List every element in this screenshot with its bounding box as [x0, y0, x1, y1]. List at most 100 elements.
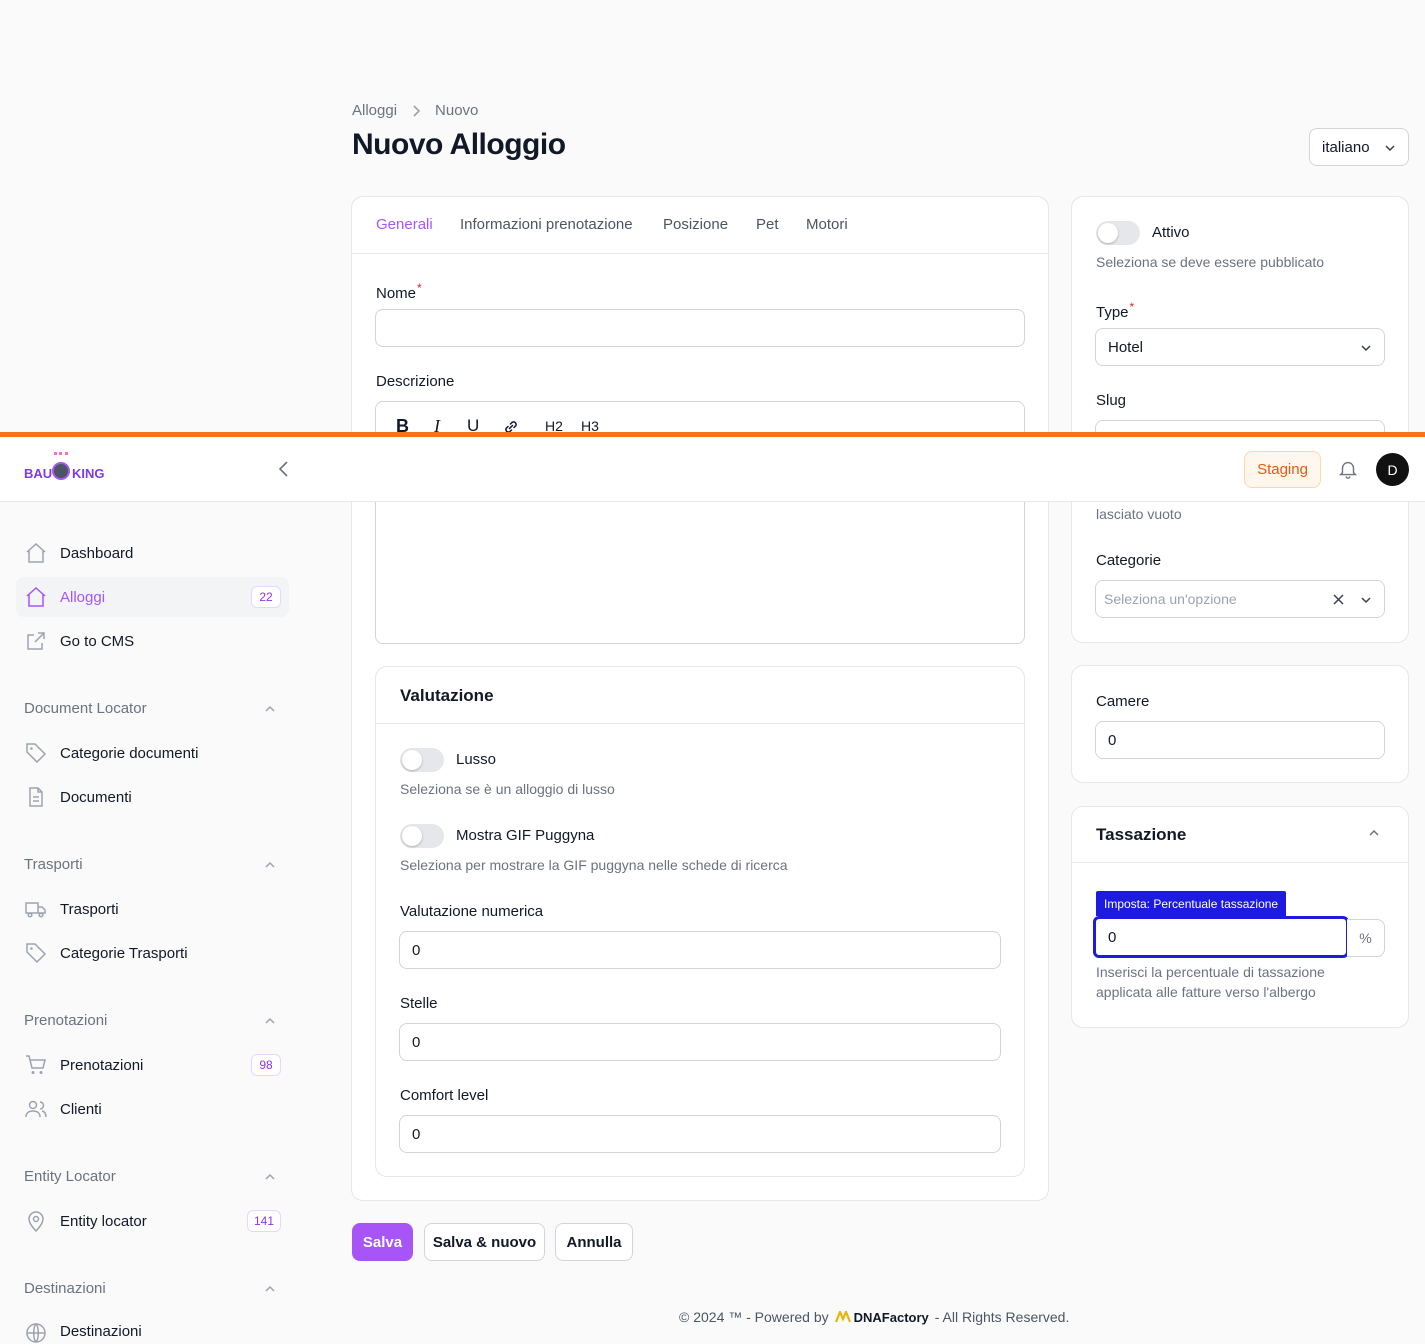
sidebar-item-label: Trasporti: [60, 900, 119, 918]
attivo-toggle[interactable]: [1096, 221, 1140, 245]
save-button[interactable]: Salva: [352, 1223, 413, 1261]
tabs-divider: [352, 253, 1048, 254]
chevron-up-icon[interactable]: [264, 1283, 276, 1295]
language-select-value: italiano: [1322, 138, 1370, 156]
footer-right: - All Rights Reserved.: [934, 1309, 1070, 1325]
categorie-select[interactable]: Seleziona un'opzione: [1095, 580, 1385, 618]
avatar[interactable]: D: [1376, 453, 1409, 486]
type-select-value: Hotel: [1108, 338, 1144, 356]
sidebar-item-dashboard[interactable]: Dashboard: [16, 533, 289, 573]
logo-paw-icon: [52, 462, 70, 480]
tab-informazioni-prenotazione[interactable]: Informazioni prenotazione: [460, 216, 633, 233]
attivo-label: Attivo: [1152, 224, 1190, 241]
sidebar-item-label: Prenotazioni: [60, 1056, 144, 1074]
document-icon: [29, 787, 43, 807]
cancel-button[interactable]: Annulla: [555, 1223, 633, 1261]
footer-left: © 2024 ™ - Powered by: [679, 1309, 829, 1325]
sidebar-item-label: Go to CMS: [60, 632, 135, 650]
stelle-input[interactable]: 0: [399, 1023, 1001, 1061]
required-marker: *: [1129, 300, 1135, 314]
tassazione-help-2: applicata alle fatture verso l'albergo: [1096, 984, 1316, 1000]
sidebar-group-trasporti[interactable]: Trasporti: [24, 856, 83, 873]
tab-posizione[interactable]: Posizione: [663, 216, 728, 233]
tag-icon: [26, 743, 47, 764]
sidebar-group-entity-locator[interactable]: Entity Locator: [24, 1168, 116, 1185]
gif-help: Seleziona per mostrare la GIF puggyna ne…: [400, 857, 788, 873]
sidebar-item-clienti[interactable]: Clienti: [16, 1089, 289, 1129]
save-new-button[interactable]: Salva & nuovo: [424, 1223, 545, 1261]
collapse-sidebar-icon[interactable]: [277, 460, 291, 478]
nome-input[interactable]: [375, 309, 1025, 347]
lusso-toggle[interactable]: [400, 748, 444, 772]
dnafactory-logo[interactable]: DNAFactory: [834, 1309, 929, 1325]
home-icon: [26, 542, 46, 563]
chevron-up-icon[interactable]: [264, 1171, 276, 1183]
slug-label: Slug: [1096, 392, 1127, 409]
tab-pet[interactable]: Pet: [756, 216, 779, 233]
breadcrumb: Alloggi Nuovo: [352, 102, 478, 119]
gif-label: Mostra GIF Puggyna: [456, 827, 595, 844]
sidebar-item-label: Dashboard: [60, 544, 134, 562]
tab-generali[interactable]: Generali: [376, 216, 433, 233]
gif-toggle[interactable]: [400, 824, 444, 848]
sidebar-item-label: Entity locator: [60, 1212, 147, 1230]
sidebar-item-prenotazioni[interactable]: Prenotazioni 98: [16, 1045, 289, 1085]
sidebar-group-prenotazioni[interactable]: Prenotazioni: [24, 1012, 107, 1029]
tassazione-suffix: %: [1347, 919, 1385, 957]
chevron-up-icon[interactable]: [264, 1015, 276, 1027]
chevron-up-icon[interactable]: [264, 703, 276, 715]
topbar: [0, 432, 1425, 502]
tassazione-tooltip: Imposta: Percentuale tassazione: [1096, 891, 1287, 916]
sidebar-item-go-to-cms[interactable]: Go to CMS: [16, 621, 289, 661]
camere-input[interactable]: 0: [1095, 721, 1385, 759]
sidebar-item-label: Alloggi: [60, 588, 106, 606]
sidebar-item-trasporti[interactable]: Trasporti: [16, 889, 289, 929]
attivo-help: Seleziona se deve essere pubblicato: [1096, 254, 1325, 270]
external-link-icon: [27, 632, 45, 650]
app-logo[interactable]: BAU KING: [24, 452, 106, 488]
sidebar-item-entity-locator[interactable]: Entity locator 141: [16, 1201, 289, 1241]
nome-label: Nome*: [376, 281, 422, 302]
tassazione-input[interactable]: 0: [1093, 916, 1349, 958]
logo-crown-icon: [54, 452, 68, 460]
logo-text-right: KING: [72, 466, 105, 481]
chevron-right-icon: [413, 104, 421, 117]
sidebar-item-label: Destinazioni: [60, 1323, 142, 1340]
slug-help: lasciato vuoto: [1096, 506, 1182, 522]
categorie-label: Categorie: [1096, 552, 1162, 569]
tag-icon: [26, 943, 47, 964]
sidebar-group-destinazioni[interactable]: Destinazioni: [24, 1280, 106, 1297]
sidebar-item-destinazioni[interactable]: Destinazioni: [16, 1313, 289, 1344]
sidebar-item-alloggi[interactable]: Alloggi 22: [16, 577, 289, 617]
dnafactory-mark-icon: [834, 1311, 851, 1323]
lusso-label: Lusso: [456, 751, 497, 768]
valutazione-numerica-input[interactable]: 0: [399, 931, 1001, 969]
sidebar-item-documenti[interactable]: Documenti: [16, 777, 289, 817]
chevron-up-icon[interactable]: [1368, 828, 1380, 838]
home-icon: [26, 586, 46, 607]
type-select[interactable]: Hotel: [1095, 328, 1385, 366]
sidebar-item-categorie-documenti[interactable]: Categorie documenti: [16, 733, 289, 773]
bell-icon[interactable]: [1337, 458, 1359, 480]
comfort-input[interactable]: 0: [399, 1115, 1001, 1153]
footer-brand: DNAFactory: [853, 1309, 929, 1325]
language-select[interactable]: italiano: [1309, 128, 1409, 166]
camere-label: Camere: [1096, 693, 1150, 710]
tab-motori[interactable]: Motori: [806, 216, 848, 233]
breadcrumb-parent[interactable]: Alloggi: [352, 102, 397, 119]
valutazione-divider: [376, 723, 1024, 724]
clear-icon[interactable]: [1333, 594, 1344, 605]
count-badge: 141: [246, 1210, 281, 1232]
tassazione-divider: [1072, 862, 1408, 863]
users-icon: [25, 1100, 47, 1118]
stelle-label: Stelle: [400, 995, 438, 1012]
chevron-up-icon[interactable]: [264, 859, 276, 871]
sidebar-group-document-locator[interactable]: Document Locator: [24, 700, 147, 717]
valutazione-title: Valutazione: [400, 686, 494, 705]
sidebar-item-categorie-trasporti[interactable]: Categorie Trasporti: [16, 933, 289, 973]
shopping-cart-icon: [26, 1055, 46, 1074]
page-title: Nuovo Alloggio: [352, 128, 566, 161]
map-pin-icon: [28, 1211, 44, 1233]
logo-text-left: BAU: [24, 466, 53, 481]
categorie-placeholder: Seleziona un'opzione: [1104, 591, 1237, 607]
